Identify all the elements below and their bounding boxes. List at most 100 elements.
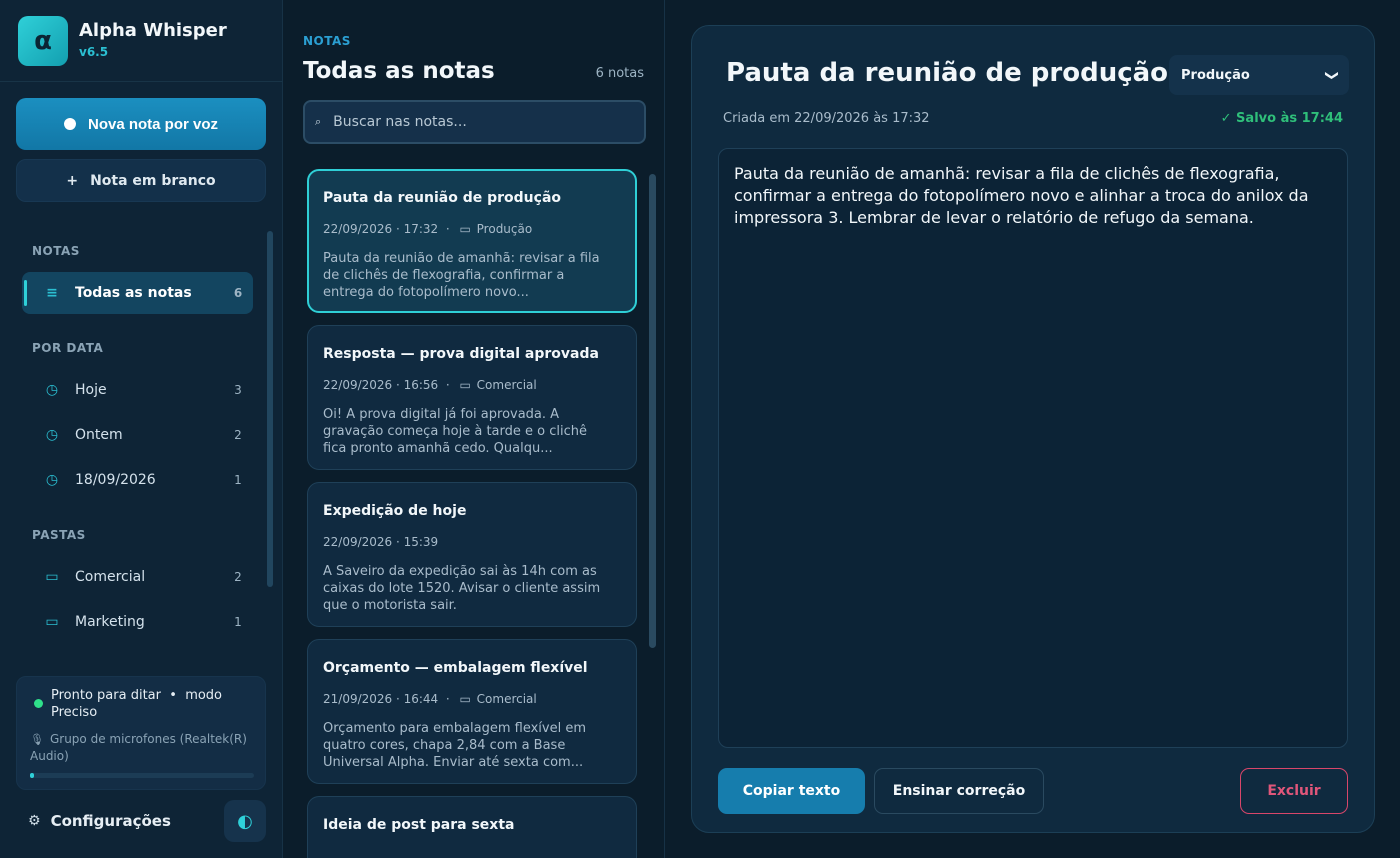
sidebar-item-date-18-09[interactable]: ◷ 18/09/2026 1 — [22, 459, 253, 501]
editor-title[interactable]: Pauta da reunião de produção — [726, 58, 1168, 88]
microphone-info: 🎙 Grupo de microfones (Realtek(R) Audio) — [30, 731, 260, 764]
folder-select[interactable]: Produção ❯ — [1169, 55, 1349, 95]
list-title: Todas as notas — [303, 58, 495, 84]
status-separator: • — [169, 688, 177, 703]
teach-correction-button[interactable]: Ensinar correção — [874, 768, 1044, 814]
note-meta: 22/09/2026 · 16:56 · ▭ Comercial — [323, 378, 537, 392]
search-box: ⌕ — [303, 100, 646, 144]
note-folder: Comercial — [476, 692, 537, 706]
note-card[interactable]: Orçamento — embalagem flexível 21/09/202… — [307, 639, 637, 784]
sidebar-item-label: Ontem — [75, 427, 123, 443]
note-body-editor[interactable]: Pauta da reunião de amanhã: revisar a fi… — [718, 148, 1348, 748]
folder-icon: ▭ — [459, 692, 471, 706]
sidebar-item-label: Marketing — [75, 614, 145, 630]
app-name: Alpha Whisper — [79, 20, 227, 41]
note-card[interactable]: Expedição de hoje 22/09/2026 · 15:39 A S… — [307, 482, 637, 627]
note-title: Ideia de post para sexta — [323, 817, 515, 833]
note-folder: Produção — [476, 222, 533, 236]
note-date: 22/09/2026 · 17:32 — [323, 222, 439, 236]
note-meta: 22/09/2026 · 17:32 · ▭ Produção — [323, 222, 533, 236]
plus-icon: + — [66, 172, 79, 189]
note-meta: 22/09/2026 · 15:39 — [323, 535, 438, 549]
app-logo-icon: α — [18, 16, 68, 66]
sidebar-item-count: 2 — [234, 428, 242, 442]
search-icon: ⌕ — [315, 115, 322, 128]
note-card[interactable]: Resposta — prova digital aprovada 22/09/… — [307, 325, 637, 470]
sidebar: α Alpha Whisper v6.5 Nova nota por voz +… — [0, 0, 283, 858]
dictation-status-card: Pronto para ditar • modo Preciso 🎙 Grupo … — [16, 676, 266, 790]
list-icon: ≡ — [46, 285, 58, 301]
note-title: Resposta — prova digital aprovada — [323, 346, 599, 362]
sidebar-item-comercial[interactable]: ▭ Comercial 2 — [22, 556, 253, 598]
note-excerpt: A Saveiro da expedição sai às 14h com as… — [323, 564, 601, 613]
audio-level-fill — [30, 773, 35, 778]
note-title: Orçamento — embalagem flexível — [323, 660, 588, 676]
note-folder: Comercial — [476, 378, 537, 392]
record-dot-icon — [63, 118, 76, 130]
folder-icon: ▭ — [45, 614, 59, 630]
folder-icon: ▭ — [459, 222, 471, 236]
audio-level-meter — [30, 773, 254, 778]
note-excerpt: Orçamento para embalagem flexível em qua… — [323, 721, 587, 770]
sidebar-scrollbar[interactable] — [267, 231, 273, 587]
sidebar-item-label: Hoje — [75, 382, 107, 398]
status-ready: Pronto para ditar — [51, 688, 161, 703]
copy-text-button[interactable]: Copiar texto — [718, 768, 865, 814]
folder-icon: ▭ — [45, 569, 59, 585]
sidebar-item-count: 1 — [234, 473, 242, 487]
note-editor: Pauta da reunião de produção Produção ❯ … — [691, 25, 1375, 833]
gear-icon: ⚙ — [28, 813, 41, 829]
notes-list-panel: NOTAS Todas as notas 6 notas ⌕ Pauta da … — [284, 0, 665, 858]
clock-icon: ◷ — [45, 382, 59, 398]
sidebar-item-count: 3 — [234, 383, 242, 397]
brand: α Alpha Whisper v6.5 — [18, 16, 268, 66]
status-indicator-dot — [34, 699, 43, 708]
sidebar-item-label: Todas as notas — [75, 285, 192, 301]
note-excerpt: Oi! A prova digital já foi aprovada. A g… — [323, 407, 587, 456]
microphone-icon: 🎙 — [30, 733, 44, 746]
note-card[interactable]: Pauta da reunião de produção 22/09/2026 … — [307, 169, 637, 313]
clock-icon: ◷ — [45, 472, 59, 488]
app-version: v6.5 — [79, 45, 109, 59]
folder-icon: ▭ — [459, 378, 471, 392]
note-meta: 21/09/2026 · 16:44 · ▭ Comercial — [323, 692, 537, 706]
note-excerpt: Pauta da reunião de amanhã: revisar a fi… — [323, 251, 600, 300]
section-label-by-date: POR DATA — [32, 341, 104, 355]
theme-toggle-button[interactable]: ◐ — [224, 800, 266, 842]
created-timestamp: Criada em 22/09/2026 às 17:32 — [723, 111, 930, 126]
sidebar-item-count: 6 — [233, 286, 243, 300]
sidebar-item-count: 1 — [234, 615, 242, 629]
settings-label: Configurações — [50, 812, 171, 830]
search-input[interactable] — [333, 114, 624, 130]
notes-count: 6 notas — [595, 66, 644, 81]
brand-divider — [0, 81, 283, 82]
delete-button[interactable]: Excluir — [1240, 768, 1348, 814]
list-kicker: NOTAS — [303, 34, 351, 48]
new-blank-note-button[interactable]: + Nota em branco — [16, 159, 266, 202]
note-date: 22/09/2026 · 15:39 — [323, 535, 439, 549]
sidebar-item-count: 2 — [234, 570, 242, 584]
status-text: Pronto para ditar • modo Preciso — [51, 687, 251, 721]
note-card[interactable]: Ideia de post para sexta — [307, 796, 637, 858]
new-voice-note-button[interactable]: Nova nota por voz — [16, 98, 266, 150]
sidebar-item-marketing[interactable]: ▭ Marketing 1 — [22, 601, 253, 643]
note-date: 21/09/2026 · 16:44 — [323, 692, 439, 706]
sidebar-item-all-notes[interactable]: ≡ Todas as notas 6 — [22, 272, 253, 314]
note-title: Pauta da reunião de produção — [323, 190, 562, 206]
notes-list-scrollbar[interactable] — [649, 174, 656, 648]
saved-status: ✓ Salvo às 17:44 — [1220, 111, 1343, 126]
note-date: 22/09/2026 · 16:56 — [323, 378, 439, 392]
clock-icon: ◷ — [45, 427, 59, 443]
folder-select-value: Produção — [1181, 67, 1250, 83]
microphone-name: Grupo de microfones (Realtek(R) Audio) — [30, 732, 247, 763]
settings-button[interactable]: ⚙ Configurações — [28, 808, 171, 834]
chevron-down-icon: ❯ — [1324, 69, 1340, 81]
note-title: Expedição de hoje — [323, 503, 467, 519]
sidebar-item-today[interactable]: ◷ Hoje 3 — [22, 369, 253, 411]
section-label-notes: NOTAS — [32, 244, 80, 258]
section-label-folders: PASTAS — [32, 528, 86, 542]
new-voice-note-label: Nova nota por voz — [87, 115, 218, 133]
new-blank-note-label: Nota em branco — [90, 172, 216, 189]
sidebar-item-label: 18/09/2026 — [75, 472, 156, 488]
sidebar-item-yesterday[interactable]: ◷ Ontem 2 — [22, 414, 253, 456]
